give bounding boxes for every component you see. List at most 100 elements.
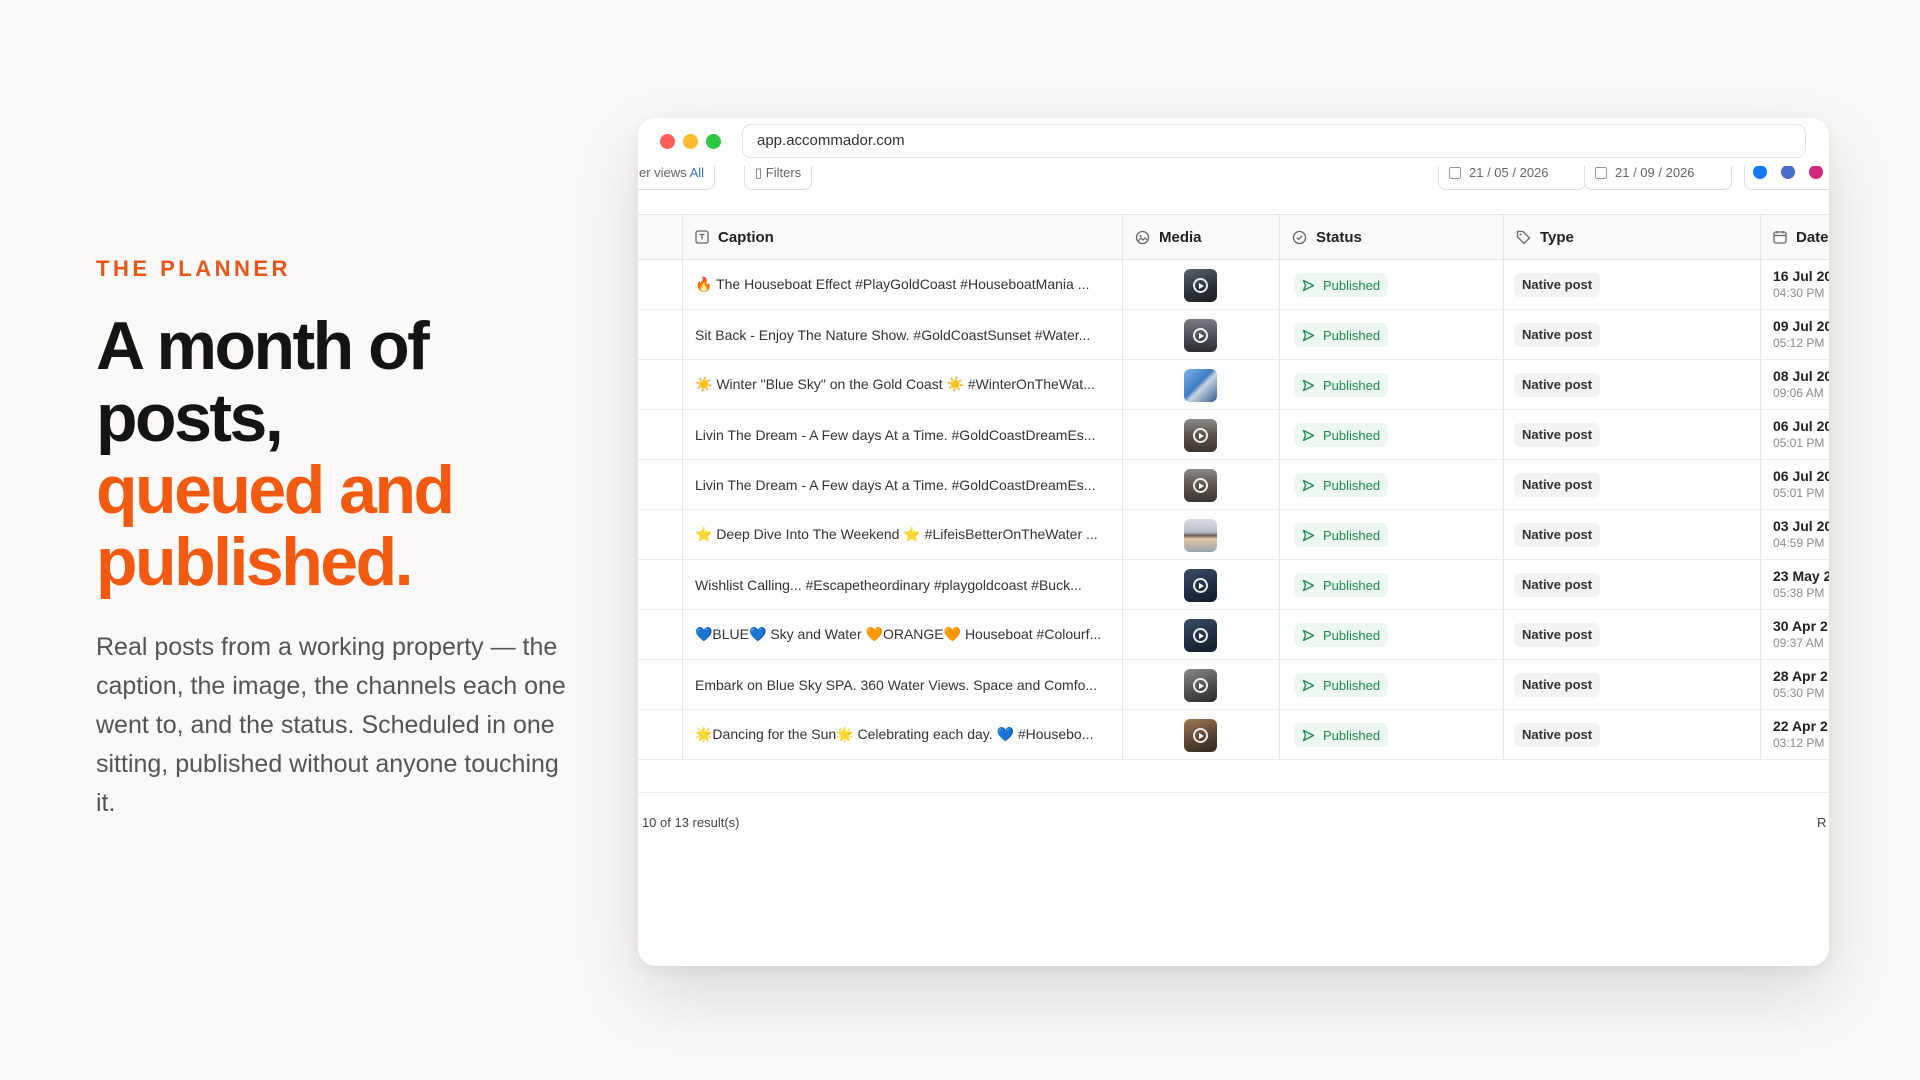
date-cell: 03 Jul 20 04:59 PM: [1760, 510, 1829, 559]
table-row[interactable]: ⭐ Deep Dive Into The Weekend ⭐ #LifeisBe…: [638, 510, 1829, 560]
close-window-dot[interactable]: [660, 134, 675, 149]
table-header: Caption Media Status Type Date: [638, 214, 1829, 260]
send-icon: [1302, 329, 1315, 341]
row-select-cell[interactable]: [638, 610, 682, 659]
caption-cell[interactable]: ☀️ Winter "Blue Sky" on the Gold Coast ☀…: [682, 360, 1122, 409]
calendar-icon: [1773, 231, 1787, 244]
media-thumbnail[interactable]: [1184, 719, 1217, 752]
status-label: Published: [1323, 577, 1381, 593]
caption-cell[interactable]: 🌟Dancing for the Sun🌟 Celebrating each d…: [682, 710, 1122, 759]
table-row[interactable]: Livin The Dream - A Few days At a Time. …: [638, 410, 1829, 460]
date-header-label: Date: [1796, 228, 1829, 246]
media-thumbnail[interactable]: [1184, 419, 1217, 452]
table-row[interactable]: 🌟Dancing for the Sun🌟 Celebrating each d…: [638, 710, 1829, 760]
row-select-cell[interactable]: [638, 710, 682, 759]
hero-body: Real posts from a working property — the…: [96, 633, 566, 817]
row-select-cell[interactable]: [638, 460, 682, 509]
caption-text: Wishlist Calling... #Escapetheordinary #…: [695, 576, 1082, 593]
media-thumbnail[interactable]: [1184, 569, 1217, 602]
status-badge: Published: [1294, 623, 1389, 647]
media-cell: [1122, 460, 1279, 509]
status-cell: Published: [1279, 560, 1503, 609]
row-select-cell[interactable]: [638, 360, 682, 409]
status-badge: Published: [1294, 423, 1389, 447]
table-row[interactable]: Wishlist Calling... #Escapetheordinary #…: [638, 560, 1829, 610]
caption-cell[interactable]: Wishlist Calling... #Escapetheordinary #…: [682, 560, 1122, 609]
table-row[interactable]: 💙BLUE💙 Sky and Water 🧡ORANGE🧡 Houseboat …: [638, 610, 1829, 660]
post-time: 05:38 PM: [1773, 586, 1825, 600]
media-thumbnail[interactable]: [1184, 519, 1217, 552]
type-cell: Native post: [1503, 310, 1760, 359]
send-icon: [1302, 379, 1315, 391]
date-cell: 23 May 2 05:38 PM: [1760, 560, 1829, 609]
status-badge: Published: [1294, 673, 1389, 697]
minimize-window-dot[interactable]: [683, 134, 698, 149]
caption-text: Livin The Dream - A Few days At a Time. …: [695, 476, 1096, 493]
post-date: 09 Jul 20: [1773, 318, 1829, 334]
status-label: Published: [1323, 527, 1381, 543]
play-icon: [1193, 278, 1208, 293]
play-icon: [1193, 428, 1208, 443]
type-badge: Native post: [1514, 423, 1601, 447]
date-cell: 30 Apr 2 09:37 AM: [1760, 610, 1829, 659]
media-cell: [1122, 510, 1279, 559]
caption-text: Embark on Blue Sky SPA. 360 Water Views.…: [695, 676, 1098, 693]
media-thumbnail[interactable]: [1184, 469, 1217, 502]
row-select-cell[interactable]: [638, 310, 682, 359]
date-to-value: 21 / 09 / 2026: [1615, 165, 1695, 180]
status-label: Published: [1323, 627, 1381, 643]
type-header-label: Type: [1540, 228, 1574, 246]
caption-cell[interactable]: 🔥 The Houseboat Effect #PlayGoldCoast #H…: [682, 260, 1122, 309]
caption-column-header[interactable]: Caption: [682, 215, 1122, 259]
caption-cell[interactable]: 💙BLUE💙 Sky and Water 🧡ORANGE🧡 Houseboat …: [682, 610, 1122, 659]
views-value: All: [689, 165, 705, 180]
type-badge: Native post: [1514, 373, 1601, 397]
tag-icon: [1516, 230, 1531, 244]
caption-cell[interactable]: ⭐ Deep Dive Into The Weekend ⭐ #LifeisBe…: [682, 510, 1122, 559]
row-select-cell[interactable]: [638, 410, 682, 459]
post-date: 03 Jul 20: [1773, 518, 1829, 534]
table-row[interactable]: Livin The Dream - A Few days At a Time. …: [638, 460, 1829, 510]
post-time: 09:37 AM: [1773, 636, 1824, 650]
type-badge: Native post: [1514, 523, 1601, 547]
media-thumbnail[interactable]: [1184, 619, 1217, 652]
row-select-cell[interactable]: [638, 260, 682, 309]
table-row[interactable]: 🔥 The Houseboat Effect #PlayGoldCoast #H…: [638, 260, 1829, 310]
media-thumbnail[interactable]: [1184, 269, 1217, 302]
row-select-cell[interactable]: [638, 660, 682, 709]
status-column-header[interactable]: Status: [1279, 215, 1503, 259]
date-column-header[interactable]: Date: [1760, 215, 1829, 259]
media-thumbnail[interactable]: [1184, 669, 1217, 702]
status-badge: Published: [1294, 323, 1389, 347]
media-thumbnail[interactable]: [1184, 319, 1217, 352]
row-select-cell[interactable]: [638, 510, 682, 559]
media-thumbnail[interactable]: [1184, 369, 1217, 402]
post-time: 09:06 AM: [1773, 386, 1824, 400]
text-icon: [695, 230, 709, 244]
table-row[interactable]: Embark on Blue Sky SPA. 360 Water Views.…: [638, 660, 1829, 710]
type-column-header[interactable]: Type: [1503, 215, 1760, 259]
browser-window: app.accommador.com er views All ▯ Filter…: [638, 118, 1829, 966]
type-badge: Native post: [1514, 673, 1601, 697]
status-label: Published: [1323, 477, 1381, 493]
status-cell: Published: [1279, 310, 1503, 359]
row-select-cell[interactable]: [638, 560, 682, 609]
table-row[interactable]: ☀️ Winter "Blue Sky" on the Gold Coast ☀…: [638, 360, 1829, 410]
media-header-label: Media: [1159, 228, 1202, 246]
table-row[interactable]: Sit Back - Enjoy The Nature Show. #GoldC…: [638, 310, 1829, 360]
caption-cell[interactable]: Livin The Dream - A Few days At a Time. …: [682, 410, 1122, 459]
status-badge: Published: [1294, 473, 1389, 497]
status-label: Published: [1323, 677, 1381, 693]
caption-cell[interactable]: Sit Back - Enjoy The Nature Show. #GoldC…: [682, 310, 1122, 359]
media-column-header[interactable]: Media: [1122, 215, 1279, 259]
type-badge: Native post: [1514, 273, 1601, 297]
status-cell: Published: [1279, 460, 1503, 509]
send-icon: [1302, 479, 1315, 491]
maximize-window-dot[interactable]: [706, 134, 721, 149]
status-label: Published: [1323, 377, 1381, 393]
address-url: app.accommador.com: [757, 132, 905, 149]
address-bar[interactable]: app.accommador.com: [742, 124, 1806, 158]
caption-cell[interactable]: Embark on Blue Sky SPA. 360 Water Views.…: [682, 660, 1122, 709]
date-from-value: 21 / 05 / 2026: [1469, 165, 1549, 180]
caption-cell[interactable]: Livin The Dream - A Few days At a Time. …: [682, 460, 1122, 509]
